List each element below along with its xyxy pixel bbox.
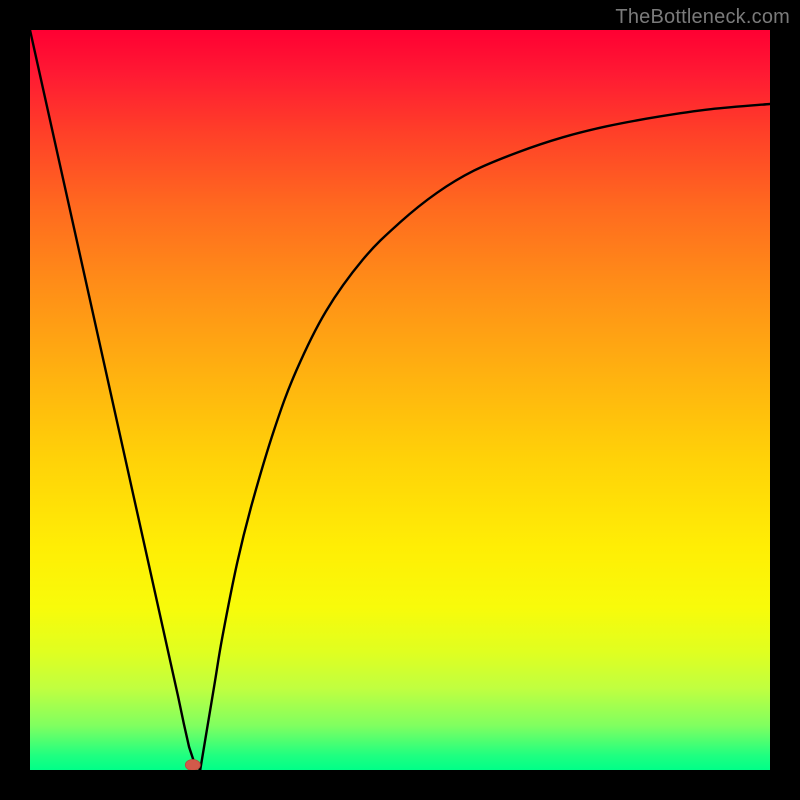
plot-area (30, 30, 770, 770)
watermark-text: TheBottleneck.com (615, 6, 790, 29)
chart-frame: TheBottleneck.com (0, 0, 800, 800)
bottleneck-curve (30, 30, 770, 770)
minimum-marker-icon (185, 760, 200, 771)
